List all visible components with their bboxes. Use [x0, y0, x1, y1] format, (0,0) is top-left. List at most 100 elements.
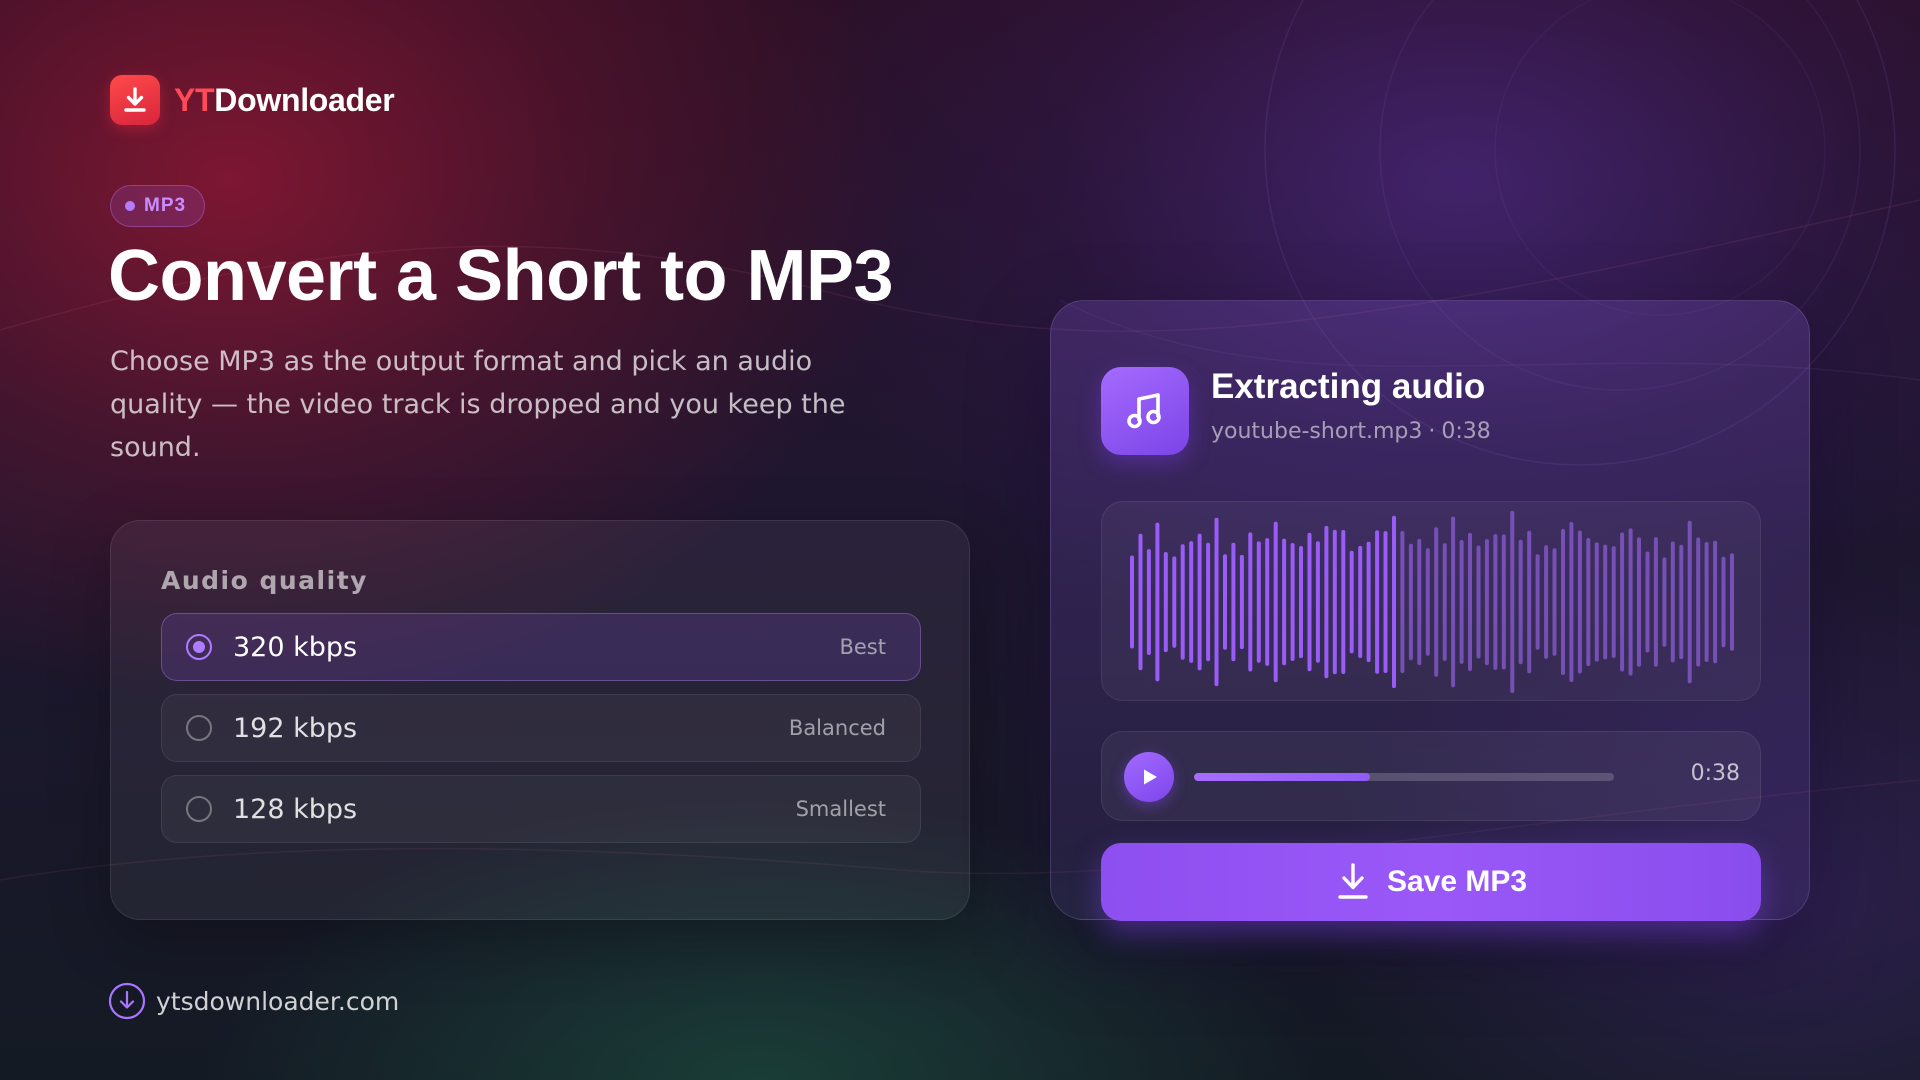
waveform-bar — [1721, 556, 1726, 648]
waveform-bar — [1730, 553, 1734, 651]
brand-logo[interactable]: YTDownloader — [110, 75, 395, 125]
download-circle-icon — [108, 982, 146, 1020]
quality-option-label: 320 kbps — [233, 631, 358, 663]
waveform-bar — [1189, 541, 1194, 663]
download-arrow-icon — [110, 75, 160, 125]
waveform-bar — [1392, 515, 1396, 689]
waveform-bar — [1442, 543, 1447, 661]
waveform-bar — [1231, 542, 1236, 662]
file-duration: 0:38 — [1441, 419, 1491, 444]
waveform-bar — [1510, 510, 1515, 693]
radio-button-selected[interactable] — [186, 634, 212, 660]
waveform-bar — [1180, 544, 1185, 660]
waveform-bar — [1561, 528, 1565, 675]
format-pill-label: MP3 — [144, 195, 187, 216]
waveform-bar — [1645, 551, 1650, 653]
download-icon — [1338, 863, 1368, 899]
waveform-bar — [1653, 537, 1658, 667]
quality-option-label: 128 kbps — [233, 793, 358, 825]
waveform-bar — [1637, 537, 1641, 667]
waveform-bar — [1324, 525, 1329, 679]
radio-button[interactable] — [186, 796, 212, 822]
waveform-bar — [1620, 532, 1625, 672]
page-subtitle: Choose MP3 as the output format and pick… — [110, 346, 846, 463]
playback-bar: 0:38 — [1101, 731, 1761, 821]
waveform-bar — [1611, 546, 1616, 658]
audio-waveform — [1101, 501, 1761, 701]
save-mp3-button[interactable]: Save MP3 — [1101, 843, 1761, 921]
waveform-bar — [1518, 539, 1523, 665]
waveform-bar — [1552, 548, 1557, 656]
waveform-bar — [1206, 542, 1211, 662]
radio-dot — [193, 641, 205, 653]
waveform-bar — [1713, 540, 1718, 664]
waveform-bar — [1425, 548, 1430, 656]
waveform-bar — [1315, 541, 1320, 663]
waveform-bar — [1577, 530, 1582, 674]
waveform-bar — [1603, 544, 1608, 660]
waveform-bars — [1130, 510, 1734, 693]
waveform-bar — [1687, 520, 1692, 684]
waveform-bar — [1459, 540, 1464, 664]
waveform-bar — [1679, 544, 1684, 660]
waveform-bar — [1273, 521, 1278, 683]
waveform-bar — [1265, 538, 1270, 666]
waveform-bar — [1484, 539, 1489, 666]
quality-option-320[interactable]: 320 kbps Best — [161, 613, 921, 681]
card-title: Extracting audio — [1211, 367, 1486, 406]
waveform-bar — [1239, 554, 1244, 650]
separator: · — [1428, 419, 1436, 444]
waveform-bar — [1214, 517, 1219, 687]
waveform-bar — [1696, 537, 1701, 667]
waveform-bar — [1197, 533, 1202, 671]
playback-time: 0:38 — [1690, 761, 1740, 786]
file-name: youtube-short.mp3 — [1211, 419, 1423, 444]
save-button-label: Save MP3 — [1386, 865, 1528, 898]
waveform-bar — [1468, 532, 1472, 672]
waveform-bar — [1223, 554, 1227, 650]
waveform-bar — [1282, 538, 1287, 666]
play-icon — [1144, 769, 1157, 785]
waveform-bar — [1248, 532, 1253, 672]
waveform-bar — [1138, 533, 1143, 671]
brand-name: YTDownloader — [174, 81, 395, 119]
audio-quality-label: Audio quality — [161, 566, 368, 595]
waveform-bar — [1358, 545, 1363, 658]
waveform-bar — [1299, 546, 1303, 659]
waveform-bar — [1341, 530, 1346, 674]
quality-option-tag: Balanced — [788, 716, 886, 740]
waveform-bar — [1544, 545, 1549, 659]
audio-quality-panel: Audio quality 320 kbps Best 192 kbps Bal… — [110, 520, 970, 920]
play-button[interactable] — [1124, 752, 1174, 802]
waveform-bar — [1569, 522, 1574, 682]
footer-url[interactable]: ytsdownloader.com — [156, 987, 399, 1016]
footer-link[interactable]: ytsdownloader.com — [108, 982, 399, 1020]
waveform-bar — [1527, 530, 1532, 674]
waveform-bar — [1332, 529, 1337, 675]
radio-button[interactable] — [186, 715, 212, 741]
waveform-bar — [1375, 530, 1380, 674]
quality-option-label: 192 kbps — [233, 712, 358, 744]
waveform-bar — [1172, 556, 1177, 648]
waveform-bar — [1349, 550, 1354, 654]
quality-option-tag: Smallest — [795, 797, 886, 821]
waveform-bar — [1408, 543, 1413, 661]
dot-icon — [125, 201, 135, 211]
audio-player-card: Extracting audio youtube-short.mp3 · 0:38 … — [1050, 300, 1810, 921]
brand-name-rest: Downloader — [214, 81, 395, 118]
waveform-bar — [1400, 530, 1405, 674]
format-pill: MP3 — [110, 185, 206, 227]
waveform-bar — [1594, 542, 1599, 662]
waveform-bar — [1417, 538, 1422, 666]
waveform-bar — [1146, 549, 1151, 655]
quality-option-128[interactable]: 128 kbps Smallest — [161, 775, 921, 843]
file-info: youtube-short.mp3 · 0:38 — [1211, 419, 1491, 444]
waveform-bar — [1256, 541, 1261, 663]
progress-slider[interactable] — [1194, 773, 1614, 781]
waveform-bar — [1501, 534, 1506, 670]
waveform-bar — [1290, 543, 1295, 661]
waveform-bar — [1434, 527, 1439, 677]
waveform-bar — [1451, 516, 1456, 688]
waveform-bar — [1366, 541, 1371, 663]
quality-option-192[interactable]: 192 kbps Balanced — [161, 694, 921, 762]
